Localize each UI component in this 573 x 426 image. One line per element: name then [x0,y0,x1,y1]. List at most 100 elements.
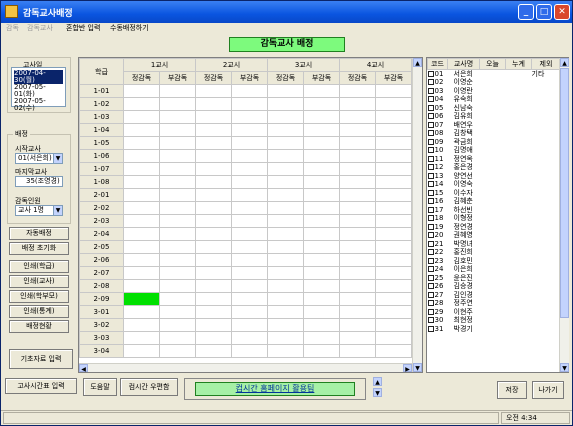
list-item[interactable]: 26 김승경 [427,282,561,291]
assignment-cell[interactable] [159,149,196,163]
scroll-up-icon[interactable]: ▲ [560,58,569,67]
assignment-cell[interactable] [267,149,304,163]
teacher-code-cell[interactable]: 02 [427,78,448,87]
assignment-cell[interactable] [303,331,340,345]
assignment-cell[interactable] [231,123,268,137]
scroll-up-icon[interactable]: ▲ [413,58,422,67]
assignment-cell[interactable] [375,240,412,254]
assignment-cell[interactable] [267,175,304,189]
teacher-code-cell[interactable]: 09 [427,138,448,147]
teacher-checkbox[interactable] [427,249,434,256]
assignment-cell[interactable] [159,214,196,228]
assignment-cell[interactable] [303,305,340,319]
scroll-down-icon[interactable]: ▼ [373,388,382,397]
teacher-list[interactable]: 코드 교사명 오늘 누계 제외 01 서은희 기타 02 이영순 03 이영란 04 유숙희 05… [426,57,569,373]
assignment-cell[interactable] [375,136,412,150]
assignment-cell[interactable] [267,227,304,241]
assignment-cell[interactable] [375,331,412,345]
assignment-cell[interactable] [231,227,268,241]
exit-button[interactable]: 나가기 [532,381,564,399]
assignment-cell[interactable] [231,266,268,280]
assignment-cell[interactable] [375,110,412,124]
assignment-cell[interactable] [159,175,196,189]
list-item[interactable]: 19 정연경 [427,223,561,232]
assignment-cell[interactable] [375,253,412,267]
assignment-cell[interactable] [267,305,304,319]
assignment-cell[interactable] [123,344,160,358]
assignment-cell[interactable] [303,149,340,163]
menu-item-mixed-class-input[interactable]: 혼합반 입력 [66,23,100,33]
scroll-up-icon[interactable]: ▲ [373,377,382,386]
assignment-cell[interactable] [195,305,232,319]
teacher-code-cell[interactable]: 16 [427,197,448,206]
table-row[interactable]: 2-05 [79,240,412,254]
table-row[interactable]: 2-08 [79,279,412,293]
assignment-cell[interactable] [159,110,196,124]
assignment-cell[interactable] [267,110,304,124]
assignment-cell[interactable] [159,318,196,332]
print-teacher-button[interactable]: 인쇄(교사) [9,275,69,288]
teacher-checkbox[interactable] [427,130,434,137]
assignment-cell[interactable] [231,344,268,358]
teacher-checkbox[interactable] [427,155,434,162]
assignment-cell[interactable] [231,201,268,215]
assignment-cell[interactable] [231,110,268,124]
assignment-cell[interactable] [303,318,340,332]
teacher-checkbox[interactable] [427,206,434,213]
assignment-cell[interactable] [375,227,412,241]
assignment-cell[interactable] [267,162,304,176]
assignment-cell[interactable] [195,279,232,293]
assignment-cell[interactable] [159,240,196,254]
assignment-cell[interactable] [267,344,304,358]
assignment-cell[interactable] [231,279,268,293]
teacher-code-cell[interactable]: 27 [427,291,448,300]
assignment-cell[interactable] [123,162,160,176]
table-row[interactable]: 2-04 [79,227,412,241]
teacher-checkbox[interactable] [427,104,434,111]
assignment-cell[interactable] [195,253,232,267]
assignment-cell[interactable] [123,227,160,241]
assignment-cell[interactable] [123,279,160,293]
scroll-thumb[interactable] [560,68,569,318]
auto-assign-button[interactable]: 자동배정 [9,227,69,240]
teacher-list-scrollbar[interactable]: ▲ ▼ [559,58,569,372]
assignment-cell[interactable] [123,84,160,98]
list-item[interactable]: 17 하선빈 [427,206,561,215]
teacher-code-cell[interactable]: 30 [427,316,448,325]
list-item[interactable]: 08 김창택 [427,129,561,138]
assignment-cell[interactable] [339,201,376,215]
assignment-cell[interactable] [267,214,304,228]
assignment-cell[interactable] [195,175,232,189]
assignment-cell[interactable] [339,240,376,254]
list-item[interactable]: 23 김호민 [427,257,561,266]
teacher-checkbox[interactable] [427,215,434,222]
teacher-checkbox[interactable] [427,266,434,273]
close-button[interactable]: ✕ [554,4,570,20]
assignment-cell[interactable] [267,123,304,137]
assignment-cell[interactable] [159,344,196,358]
list-item[interactable]: 22 홍진희 [427,248,561,257]
chevron-down-icon[interactable]: ▼ [53,206,62,215]
list-item[interactable]: 04 유숙희 [427,95,561,104]
table-row[interactable]: 2-09 [79,292,412,306]
assignment-cell[interactable] [195,188,232,202]
exam-date-item[interactable]: 2007-04-30(월) [14,70,63,84]
supervisor-count-select[interactable]: 교사 1명 ▼ [15,205,63,216]
maximize-button[interactable]: □ [536,4,552,20]
assignment-cell[interactable] [123,175,160,189]
teacher-code-cell[interactable]: 11 [427,155,448,164]
start-teacher-select[interactable]: 01(서은희) ▼ [15,153,63,164]
assignment-cell[interactable] [231,162,268,176]
exam-date-item[interactable]: 2007-05-01(화) [14,84,63,98]
assignment-cell[interactable] [267,240,304,254]
basic-data-input-button[interactable]: 기초자료 입력 [9,349,73,369]
teacher-checkbox[interactable] [427,172,434,179]
assignment-cell[interactable] [303,253,340,267]
program-mailbox-button[interactable]: 컴시간 우편함 [120,378,178,396]
assignment-cell[interactable] [195,331,232,345]
assignment-cell[interactable] [231,292,268,306]
assignment-cell[interactable] [195,292,232,306]
assignment-cell[interactable] [267,84,304,98]
assignment-cell[interactable] [159,97,196,111]
assignment-cell[interactable] [123,123,160,137]
